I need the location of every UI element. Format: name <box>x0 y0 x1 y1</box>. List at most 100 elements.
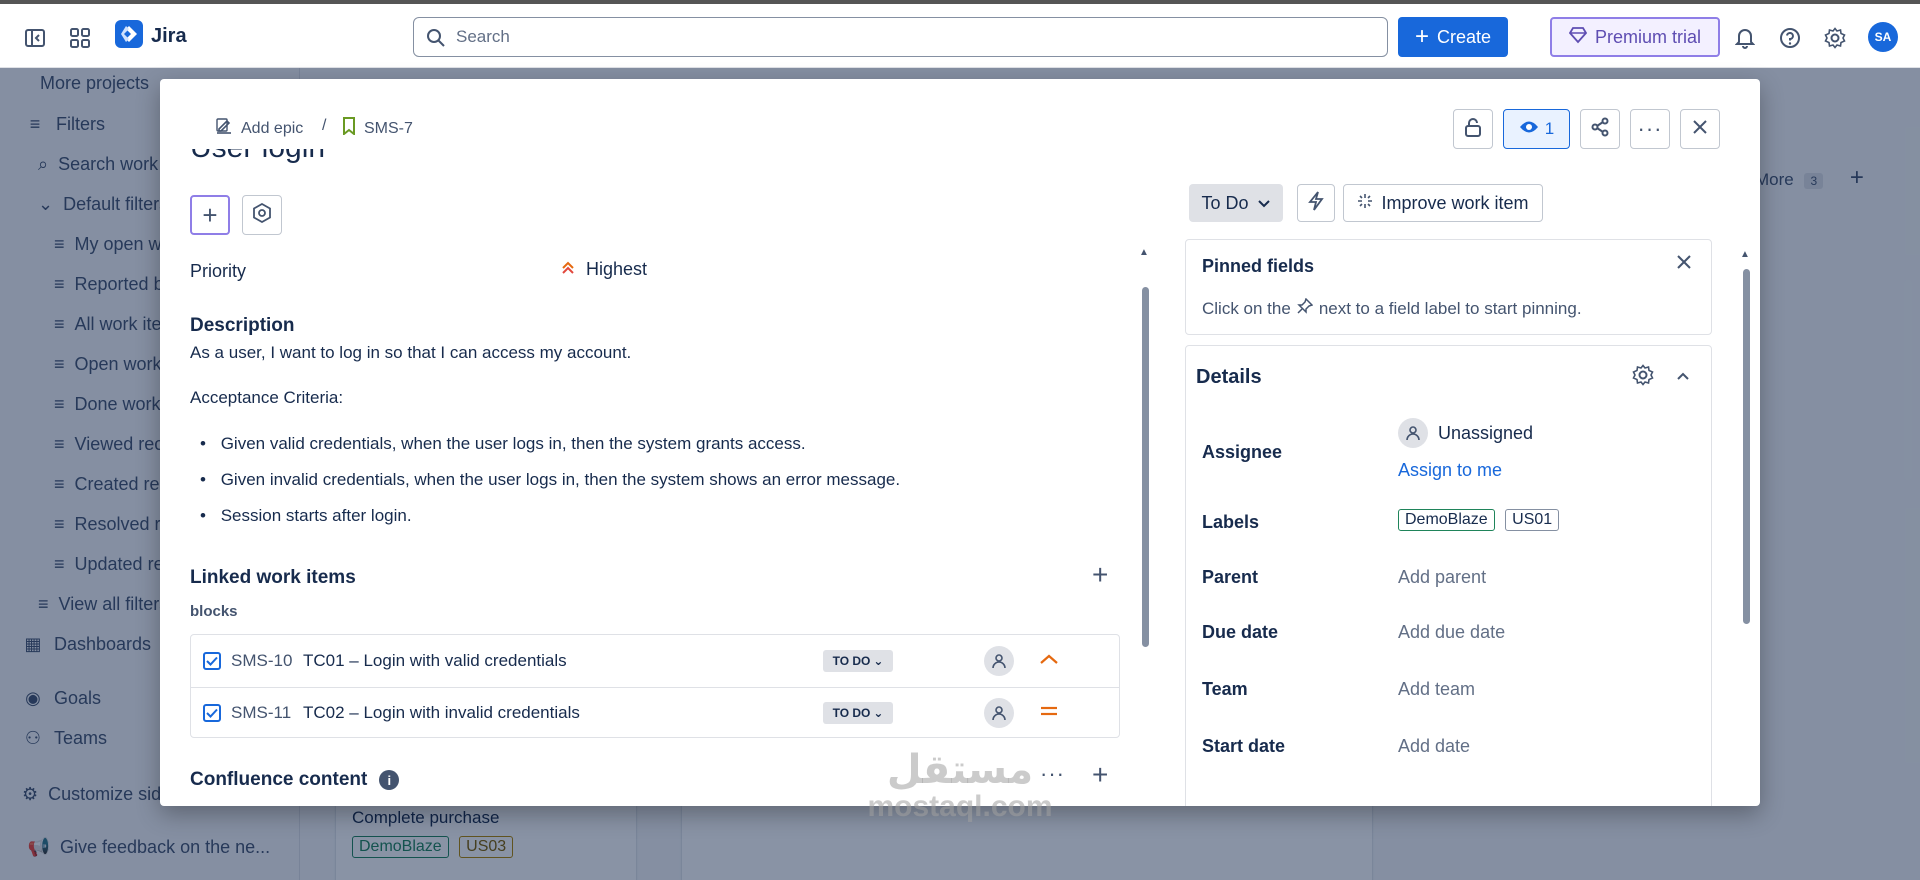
description-text[interactable]: As a user, I want to log in so that I ca… <box>190 343 631 363</box>
task-checkbox-icon <box>203 704 221 722</box>
diamond-icon <box>1568 26 1588 49</box>
sidebar-toggle-icon[interactable] <box>20 23 50 53</box>
bell-icon[interactable] <box>1730 23 1760 53</box>
label-tag: US01 <box>1505 509 1560 531</box>
share-icon <box>1590 117 1610 142</box>
jira-logo-icon[interactable] <box>115 20 143 48</box>
scroll-up-icon[interactable]: ▲ <box>1139 247 1149 258</box>
linked-item-key[interactable]: SMS-11 <box>231 703 291 723</box>
plus-icon: + <box>202 200 218 230</box>
details-title[interactable]: Details <box>1196 366 1262 389</box>
link-type-label: blocks <box>190 603 238 620</box>
table-row[interactable]: SMS-11 TC02 – Login with invalid credent… <box>191 687 1119 738</box>
close-modal-button[interactable] <box>1680 109 1720 149</box>
criteria-item: • Session starts after login. <box>200 506 412 525</box>
page-scroll-thumb[interactable] <box>1904 280 1912 480</box>
criteria-item: • Given invalid credentials, when the us… <box>200 470 901 489</box>
search-icon <box>426 28 446 53</box>
main-scrollbar[interactable]: ▲ ▼ <box>1139 159 1151 789</box>
lock-button[interactable] <box>1453 109 1493 149</box>
priority-label: Priority <box>190 261 247 281</box>
apps-button[interactable] <box>242 195 282 235</box>
search-input[interactable]: Search <box>413 17 1388 57</box>
chevron-down-icon: ⌄ <box>873 653 884 668</box>
team-label: Team <box>1202 679 1248 699</box>
watch-count: 1 <box>1544 119 1555 138</box>
scroll-up-icon[interactable]: ▲ <box>1740 249 1750 260</box>
search-placeholder: Search <box>456 27 510 46</box>
lightning-icon <box>1308 190 1324 216</box>
eye-icon <box>1519 119 1539 139</box>
confluence-heading: Confluence content i <box>190 769 400 791</box>
description-heading: Description <box>190 315 295 336</box>
linked-item-summary[interactable]: TC02 – Login with invalid credentials <box>303 703 580 723</box>
more-horizontal-icon: ··· <box>1637 116 1663 141</box>
edit-icon <box>215 117 233 140</box>
hexagon-settings-icon <box>252 202 272 228</box>
create-button[interactable]: + Create <box>1398 17 1508 57</box>
add-confluence-icon[interactable]: + <box>1092 759 1108 791</box>
task-checkbox-icon <box>203 651 221 670</box>
parent-field[interactable]: Add parent <box>1398 567 1486 588</box>
settings-gear-icon[interactable] <box>1820 23 1850 53</box>
settings-gear-icon[interactable] <box>1632 364 1654 391</box>
details-scrollbar[interactable]: ▲ ▼ <box>1740 159 1752 789</box>
assignee-avatar-icon[interactable] <box>984 645 1014 676</box>
assign-to-me-link[interactable]: Assign to me <box>1398 460 1502 481</box>
priority-high-icon <box>1039 652 1059 670</box>
label-tag: DemoBlaze <box>1398 509 1495 531</box>
status-dropdown[interactable]: TO DO ⌄ <box>823 702 893 724</box>
priority-medium-icon <box>1039 704 1059 722</box>
acceptance-criteria-label: Acceptance Criteria: <box>190 388 344 407</box>
start-date-label: Start date <box>1202 736 1286 756</box>
due-date-field[interactable]: Add due date <box>1398 622 1505 643</box>
labels-field[interactable]: DemoBlaze US01 <box>1398 509 1565 531</box>
premium-label: Premium trial <box>1594 26 1701 47</box>
assignee-field[interactable]: Unassigned <box>1398 418 1533 448</box>
scroll-thumb[interactable] <box>1142 287 1149 647</box>
due-date-label: Due date <box>1202 622 1279 642</box>
unassigned-avatar-icon <box>1398 418 1428 448</box>
app-name[interactable]: Jira <box>151 25 187 48</box>
team-field[interactable]: Add team <box>1398 679 1475 700</box>
user-avatar[interactable]: SA <box>1868 22 1898 52</box>
add-linked-item-icon[interactable]: + <box>1092 559 1108 591</box>
assignee-label: Assignee <box>1202 442 1283 462</box>
share-button[interactable] <box>1580 109 1620 149</box>
table-row[interactable]: SMS-10 TC01 – Login with valid credentia… <box>191 635 1119 686</box>
add-button[interactable]: + <box>190 195 230 235</box>
chevron-up-icon[interactable] <box>1676 368 1690 386</box>
breadcrumb-separator: / <box>322 117 327 134</box>
priority-field[interactable]: Highest <box>560 259 647 280</box>
criteria-item: • Given valid credentials, when the user… <box>200 434 806 453</box>
scroll-thumb[interactable] <box>1743 269 1750 624</box>
bookmark-icon <box>342 117 356 140</box>
close-icon[interactable] <box>1676 254 1692 275</box>
premium-trial-button[interactable]: Premium trial <box>1550 17 1720 57</box>
linked-item-key[interactable]: SMS-10 <box>231 651 292 671</box>
details-panel: To Do Improve work item Pinned fields Cl… <box>1185 149 1730 806</box>
unlock-icon <box>1464 117 1482 142</box>
chevron-down-icon <box>1257 193 1271 214</box>
pinned-fields-hint: Click on the next to a field label to st… <box>1202 297 1582 319</box>
info-icon[interactable]: i <box>379 770 400 790</box>
work-item-modal: Add epic / SMS-7 1 ··· User login <box>160 79 1760 806</box>
pinned-fields-panel: Pinned fields Click on the next to a fie… <box>1185 239 1712 335</box>
assignee-avatar-icon[interactable] <box>984 698 1014 728</box>
watermark-logo: مستقل mostaql.com <box>867 748 1053 823</box>
work-item-key-link[interactable]: SMS-7 <box>342 117 413 140</box>
start-date-field[interactable]: Add date <box>1398 736 1470 757</box>
help-icon[interactable] <box>1775 23 1805 53</box>
pin-icon <box>1297 297 1314 319</box>
watch-button[interactable]: 1 <box>1503 109 1570 149</box>
status-button[interactable]: To Do <box>1189 184 1283 222</box>
add-epic-link[interactable]: Add epic <box>215 117 303 140</box>
app-switcher-icon[interactable] <box>65 23 95 53</box>
linked-item-summary[interactable]: TC01 – Login with valid credentials <box>303 651 567 671</box>
improve-work-item-button[interactable]: Improve work item <box>1343 184 1543 222</box>
automation-button[interactable] <box>1297 184 1335 222</box>
status-dropdown[interactable]: TO DO ⌄ <box>823 649 893 672</box>
more-actions-button[interactable]: ··· <box>1630 109 1670 149</box>
work-item-title[interactable]: User login <box>190 149 325 165</box>
close-icon <box>1692 119 1708 140</box>
